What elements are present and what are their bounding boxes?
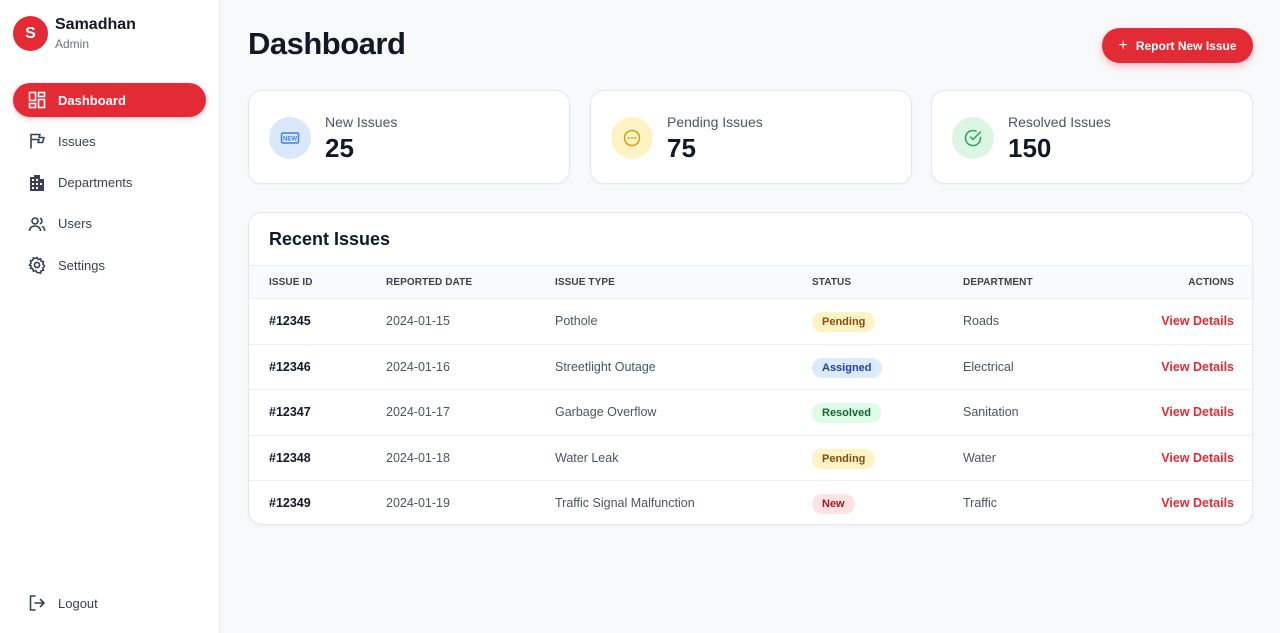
- sidebar-item-departments[interactable]: Departments: [13, 166, 206, 200]
- department: Traffic: [963, 496, 998, 510]
- issue-type: Water Leak: [555, 450, 619, 465]
- table-row: #12349 2024-01-19 Traffic Signal Malfunc…: [249, 481, 1252, 524]
- stat-value: 75: [667, 133, 696, 163]
- department: Water: [963, 450, 996, 465]
- issue-id: #12346: [269, 359, 311, 374]
- dots-circle-icon: [611, 117, 653, 159]
- stat-label: Resolved Issues: [1008, 114, 1111, 130]
- sidebar-item-users[interactable]: Users: [13, 207, 206, 241]
- column-header-reported-date[interactable]: REPORTED DATE: [386, 277, 472, 288]
- flag-icon: [28, 132, 46, 150]
- plus-icon: +: [1118, 36, 1128, 54]
- sidebar-item-label: Issues: [58, 133, 96, 149]
- gear-icon: [28, 256, 46, 275]
- reported-date: 2024-01-16: [386, 359, 450, 374]
- column-header-department[interactable]: DEPARTMENT: [963, 277, 1033, 288]
- sidebar-item-settings[interactable]: Settings: [13, 248, 206, 282]
- view-details-link[interactable]: View Details: [1161, 360, 1234, 374]
- sidebar-item-label: Users: [58, 216, 92, 232]
- stat-value: 25: [325, 133, 354, 163]
- issue-type: Streetlight Outage: [555, 359, 656, 374]
- stat-card-resolved-issues: Resolved Issues 150: [931, 90, 1253, 184]
- sidebar-item-label: Departments: [58, 175, 133, 191]
- avatar: S: [13, 16, 48, 51]
- report-button-label: Report New Issue: [1135, 38, 1237, 53]
- issue-type: Pothole: [555, 314, 598, 328]
- users-icon: [28, 215, 46, 233]
- issue-id: #12349: [269, 496, 311, 510]
- page-title: Dashboard: [248, 26, 406, 61]
- stat-value: 150: [1008, 133, 1052, 163]
- table-row: #12346 2024-01-16 Streetlight Outage Ass…: [249, 345, 1252, 390]
- view-details-link[interactable]: View Details: [1161, 405, 1234, 419]
- reported-date: 2024-01-15: [386, 314, 450, 328]
- reported-date: 2024-01-19: [386, 496, 450, 510]
- column-header-issue-type[interactable]: ISSUE TYPE: [555, 277, 615, 288]
- brand: S Samadhan Admin: [13, 16, 136, 51]
- reported-date: 2024-01-18: [386, 450, 450, 465]
- issue-type: Traffic Signal Malfunction: [555, 496, 695, 510]
- department: Sanitation: [963, 405, 1019, 419]
- sidebar: S Samadhan Admin Dashboard Issues Depart…: [0, 0, 220, 633]
- issue-id: #12348: [269, 450, 311, 465]
- view-details-link[interactable]: View Details: [1161, 314, 1234, 328]
- sidebar-item-label: Settings: [58, 257, 105, 273]
- issue-id: #12345: [269, 314, 311, 328]
- issue-type: Garbage Overflow: [555, 405, 657, 419]
- main-content: Dashboard + Report New Issue NEW New Iss…: [220, 0, 1280, 633]
- dashboard-icon: [28, 91, 46, 109]
- department: Roads: [963, 314, 1000, 328]
- recent-issues-title: Recent Issues: [269, 229, 391, 249]
- report-new-issue-button[interactable]: + Report New Issue: [1102, 28, 1253, 63]
- column-header-actions: ACTIONS: [1188, 277, 1234, 288]
- logout-button[interactable]: Logout: [28, 594, 98, 612]
- status-badge: Resolved: [812, 403, 881, 423]
- recent-issues-card: Recent Issues ISSUE ID REPORTED DATE ISS…: [248, 212, 1253, 525]
- view-details-link[interactable]: View Details: [1161, 451, 1234, 465]
- status-badge: Pending: [812, 448, 876, 469]
- status-badge: Pending: [812, 312, 876, 332]
- user-role: Admin: [55, 37, 90, 51]
- sidebar-item-issues[interactable]: Issues: [13, 124, 206, 158]
- sidebar-item-label: Dashboard: [58, 92, 126, 108]
- app-name: Samadhan: [55, 16, 136, 33]
- issue-id: #12347: [269, 405, 311, 419]
- status-badge: Assigned: [812, 357, 882, 378]
- new-badge-icon: NEW: [269, 117, 311, 159]
- stat-label: Pending Issues: [667, 114, 763, 130]
- building-icon: [28, 174, 46, 192]
- table-row: #12345 2024-01-15 Pothole Pending Roads …: [249, 299, 1252, 345]
- check-circle-icon: [952, 117, 994, 159]
- table-row: #12348 2024-01-18 Water Leak Pending Wat…: [249, 436, 1252, 481]
- table-row: #12347 2024-01-17 Garbage Overflow Resol…: [249, 390, 1252, 436]
- table-header: ISSUE ID REPORTED DATE ISSUE TYPE STATUS…: [249, 265, 1252, 299]
- reported-date: 2024-01-17: [386, 405, 450, 419]
- sidebar-nav: Dashboard Issues Departments Users Setti…: [13, 83, 206, 289]
- stat-label: New Issues: [325, 114, 398, 130]
- sidebar-item-dashboard[interactable]: Dashboard: [13, 83, 206, 117]
- department: Electrical: [963, 359, 1014, 374]
- view-details-link[interactable]: View Details: [1161, 496, 1234, 510]
- logout-label: Logout: [58, 595, 98, 611]
- column-header-status[interactable]: STATUS: [812, 277, 851, 288]
- column-header-issue-id[interactable]: ISSUE ID: [269, 277, 313, 288]
- status-badge: New: [812, 494, 855, 514]
- stat-card-new-issues: NEW New Issues 25: [248, 90, 570, 184]
- svg-text:NEW: NEW: [283, 137, 297, 143]
- logout-icon: [28, 594, 46, 612]
- stat-card-pending-issues: Pending Issues 75: [590, 90, 912, 184]
